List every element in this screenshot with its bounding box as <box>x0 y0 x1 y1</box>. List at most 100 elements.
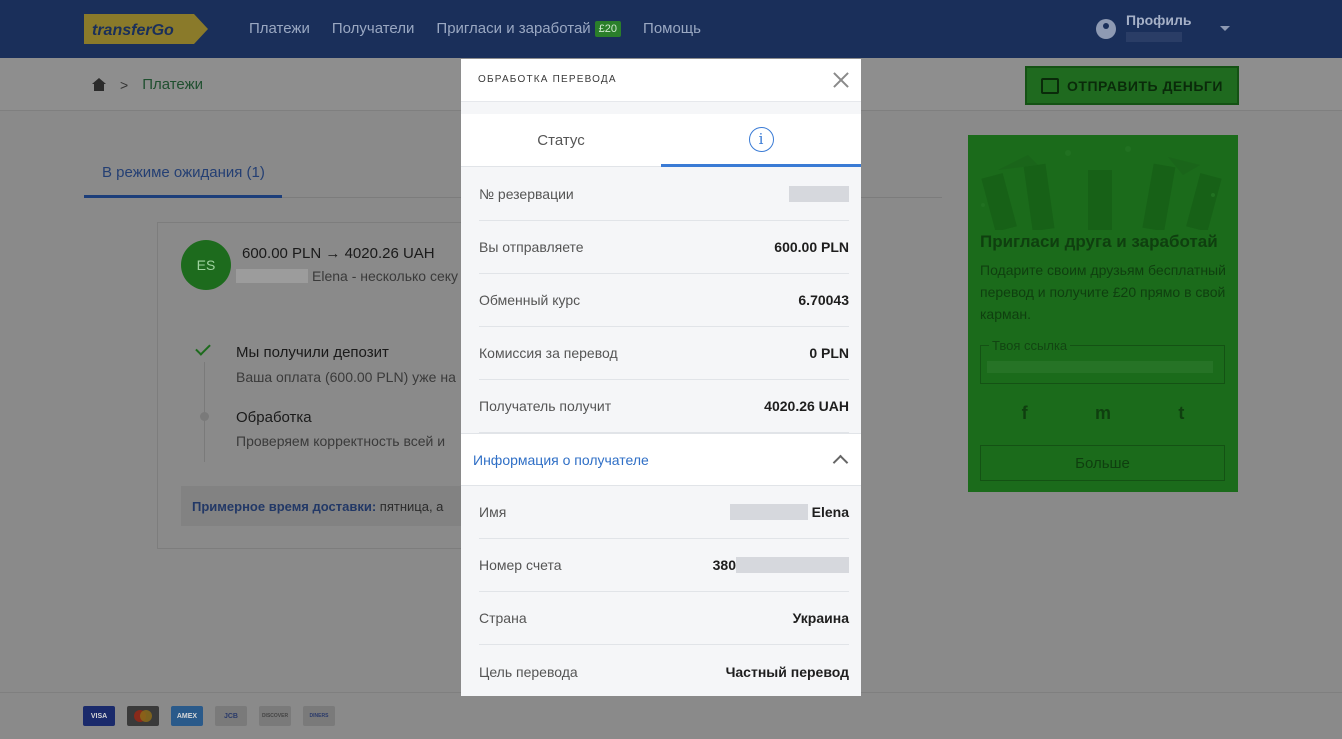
arrow-icon: → <box>325 245 341 262</box>
chevron-down-icon <box>1220 26 1230 31</box>
amount-from: 600.00 PLN <box>242 245 322 262</box>
nav-invite-and-earn[interactable]: Пригласи и заработай £20 <box>436 20 622 37</box>
amex-icon: AMEX <box>171 706 203 726</box>
purpose-value: Частный перевод <box>725 663 849 680</box>
send-money-button[interactable]: ОТПРАВИТЬ ДЕНЬГИ <box>1025 66 1239 105</box>
name-value: Elena <box>729 504 849 520</box>
main-nav: Платежи Получатели Пригласи и заработай £… <box>249 20 701 37</box>
breadcrumb-payments[interactable]: Платежи <box>142 76 203 93</box>
info-icon: i <box>748 126 774 152</box>
facebook-icon[interactable]: f <box>1022 403 1028 424</box>
referral-link-label: Твоя ссылка <box>989 338 1071 353</box>
fee-value: 0 PLN <box>809 345 849 361</box>
payment-methods: VISA AMEX JCB DISCOVER DINERS <box>83 706 335 726</box>
modal-title: ОБРАБОТКА ПЕРЕВОДА <box>478 74 617 85</box>
twitter-icon[interactable]: t <box>1178 403 1184 424</box>
tab-status[interactable]: Статус <box>461 114 661 167</box>
row-reservation-number: № резервации <box>479 168 849 221</box>
svg-text:transferGo: transferGo <box>92 22 174 39</box>
visa-icon: VISA <box>83 706 115 726</box>
tab-info[interactable]: i <box>661 114 861 167</box>
share-icons: f m t <box>968 403 1238 424</box>
referral-link-field[interactable]: Твоя ссылка <box>980 338 1225 384</box>
name-value-text: Elena <box>811 504 849 520</box>
home-icon[interactable] <box>92 78 106 91</box>
name-label: Имя <box>479 504 507 520</box>
account-value: 380 <box>713 557 849 573</box>
transfer-recipient-line: Elena - несколько секу <box>236 268 458 284</box>
row-exchange-rate: Обменный курс 6.70043 <box>479 274 849 327</box>
exchange-rate-value: 6.70043 <box>798 292 849 308</box>
delivery-label: Примерное время доставки: <box>192 499 377 514</box>
step-processing-title: Обработка <box>236 409 312 426</box>
send-money-icon <box>1041 77 1060 94</box>
profile-name-redacted <box>1126 32 1182 42</box>
nav-payments[interactable]: Платежи <box>249 20 310 37</box>
exchange-rate-label: Обменный курс <box>479 292 581 308</box>
discover-icon: DISCOVER <box>259 706 291 726</box>
row-account-number: Номер счета 380 <box>479 539 849 592</box>
country-label: Страна <box>479 610 527 626</box>
row-you-send: Вы отправляете 600.00 PLN <box>479 221 849 274</box>
transfer-details-modal: ОБРАБОТКА ПЕРЕВОДА Статус i № резервации… <box>461 59 861 696</box>
name-redacted <box>729 504 808 520</box>
country-value: Украина <box>792 610 849 626</box>
recipient-gets-label: Получатель получит <box>479 398 612 414</box>
messenger-icon[interactable]: m <box>1095 403 1111 424</box>
recipient-info-toggle[interactable]: Информация о получателе <box>461 433 861 486</box>
reservation-label: № резервации <box>479 186 574 202</box>
tab-pending[interactable]: В режиме ожидания (1) <box>84 148 282 198</box>
you-send-label: Вы отправляете <box>479 239 584 255</box>
modal-header: ОБРАБОТКА ПЕРЕВОДА <box>461 59 861 102</box>
recipient-time: Elena - несколько секу <box>312 268 459 284</box>
transfer-amount: 600.00 PLN → 4020.26 UAH <box>242 245 435 262</box>
redacted-name <box>236 269 308 283</box>
diners-icon: DINERS <box>303 706 335 726</box>
account-redacted <box>736 557 849 573</box>
close-icon[interactable] <box>831 70 851 90</box>
more-button[interactable]: Больше <box>980 445 1225 481</box>
referral-text: Подарите своим друзьям бесплатный перево… <box>980 262 1226 322</box>
amount-to: 4020.26 UAH <box>344 245 435 262</box>
step-processing-desc: Проверяем корректность всей и <box>236 433 446 449</box>
account-label: Номер счета <box>479 557 562 573</box>
breadcrumb: > Платежи <box>92 76 203 93</box>
profile-menu[interactable]: Профиль <box>1096 12 1230 42</box>
row-recipient-gets: Получатель получит 4020.26 UAH <box>479 380 849 433</box>
row-recipient-name: Имя Elena <box>479 486 849 539</box>
send-money-label: ОТПРАВИТЬ ДЕНЬГИ <box>1067 77 1223 94</box>
referral-panel: Пригласи друга и заработай Подарите свои… <box>968 135 1238 492</box>
step-dot <box>200 412 209 421</box>
reservation-value <box>789 186 849 202</box>
step-deposit-title: Мы получили депозит <box>236 344 389 361</box>
delivery-estimate: Примерное время доставки: пятница, а <box>181 486 477 526</box>
row-country: Страна Украина <box>479 592 849 645</box>
jcb-icon: JCB <box>215 706 247 726</box>
user-avatar-icon <box>1096 19 1116 39</box>
nav-invite-label: Пригласи и заработай <box>436 20 591 37</box>
you-send-value: 600.00 PLN <box>774 239 849 255</box>
delivery-value: пятница, а <box>379 499 444 514</box>
reward-badge: £20 <box>594 21 622 37</box>
celebration-illustration <box>981 146 1222 230</box>
row-purpose: Цель перевода Частный перевод <box>479 645 849 696</box>
nav-help[interactable]: Помощь <box>643 20 701 37</box>
recipient-gets-value: 4020.26 UAH <box>764 398 849 414</box>
account-value-text: 380 <box>712 557 736 573</box>
transfergo-logo[interactable]: transferGo <box>84 14 208 44</box>
recipient-avatar: ES <box>181 240 231 290</box>
modal-tabs: Статус i <box>461 114 861 167</box>
mastercard-icon <box>127 706 159 726</box>
purpose-label: Цель перевода <box>479 663 578 680</box>
step-deposit-desc: Ваша оплата (600.00 PLN) уже на <box>236 369 456 385</box>
profile-label: Профиль <box>1126 12 1192 28</box>
referral-link-redacted <box>987 361 1213 373</box>
recipient-info-label: Информация о получателе <box>473 451 649 468</box>
top-navigation-bar: transferGo Платежи Получатели Пригласи и… <box>0 0 1342 58</box>
fee-label: Комиссия за перевод <box>479 345 618 361</box>
nav-recipients[interactable]: Получатели <box>332 20 415 37</box>
row-fee: Комиссия за перевод 0 PLN <box>479 327 849 380</box>
reservation-redacted <box>789 186 849 202</box>
referral-title: Пригласи друга и заработай <box>980 232 1218 251</box>
chevron-up-icon <box>832 454 849 471</box>
